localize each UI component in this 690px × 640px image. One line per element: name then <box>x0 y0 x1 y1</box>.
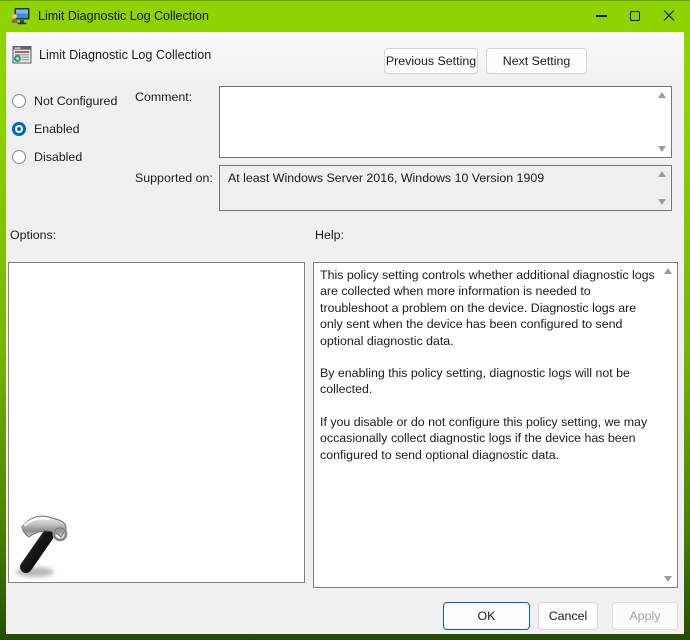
hammer-icon <box>13 510 71 580</box>
radio-enabled[interactable]: Enabled <box>12 119 79 139</box>
computer-icon <box>11 7 30 26</box>
supported-on-value: At least Windows Server 2016, Windows 10… <box>228 171 649 185</box>
scroll-up-icon[interactable] <box>664 268 672 274</box>
radio-circle-icon <box>12 94 26 108</box>
supported-scrollbar[interactable] <box>654 167 670 209</box>
previous-setting-button[interactable]: Previous Setting <box>384 48 478 74</box>
help-paragraph: By enabling this policy setting, diagnos… <box>320 365 655 398</box>
next-setting-button[interactable]: Next Setting <box>486 48 587 74</box>
options-panel <box>8 262 305 583</box>
options-label: Options: <box>10 228 56 242</box>
titlebar[interactable]: Limit Diagnostic Log Collection <box>0 0 690 32</box>
comment-label: Comment: <box>135 90 192 104</box>
close-icon <box>663 10 675 22</box>
radio-label: Disabled <box>34 150 82 164</box>
help-paragraph: If you disable or do not configure this … <box>320 414 655 463</box>
scroll-up-icon[interactable] <box>658 171 666 177</box>
supported-on-label: Supported on: <box>135 171 213 185</box>
minimize-icon <box>596 15 607 16</box>
radio-label: Not Configured <box>34 94 117 108</box>
ok-button[interactable]: OK <box>443 602 530 630</box>
scroll-down-icon[interactable] <box>664 576 672 582</box>
radio-circle-icon <box>12 150 26 164</box>
apply-button[interactable]: Apply <box>612 602 678 630</box>
help-text: This policy setting controls whether add… <box>320 267 655 479</box>
policy-setting-window: Limit Diagnostic Log Collection Limit Di… <box>0 0 690 640</box>
minimize-button[interactable] <box>584 0 618 32</box>
supported-on-box: At least Windows Server 2016, Windows 10… <box>219 165 672 211</box>
help-paragraph: This policy setting controls whether add… <box>320 267 655 349</box>
maximize-icon <box>630 11 640 21</box>
cancel-button[interactable]: Cancel <box>538 602 598 630</box>
policy-title: Limit Diagnostic Log Collection <box>39 48 211 62</box>
policy-setting-icon <box>12 45 32 65</box>
radio-label: Enabled <box>34 122 79 136</box>
radio-circle-selected-icon <box>12 122 26 136</box>
window-title: Limit Diagnostic Log Collection <box>38 9 209 23</box>
radio-not-configured[interactable]: Not Configured <box>12 91 117 111</box>
scroll-up-icon[interactable] <box>658 92 666 98</box>
help-label: Help: <box>315 228 344 242</box>
scroll-down-icon[interactable] <box>658 146 666 152</box>
comment-scrollbar[interactable] <box>654 88 670 156</box>
scroll-down-icon[interactable] <box>658 199 666 205</box>
help-scrollbar[interactable] <box>660 264 676 586</box>
comment-input[interactable] <box>219 86 672 158</box>
close-button[interactable] <box>652 0 686 32</box>
help-panel: This policy setting controls whether add… <box>313 262 678 588</box>
radio-disabled[interactable]: Disabled <box>12 147 82 167</box>
maximize-button[interactable] <box>618 0 652 32</box>
dialog-body: Limit Diagnostic Log Collection Previous… <box>6 32 684 634</box>
